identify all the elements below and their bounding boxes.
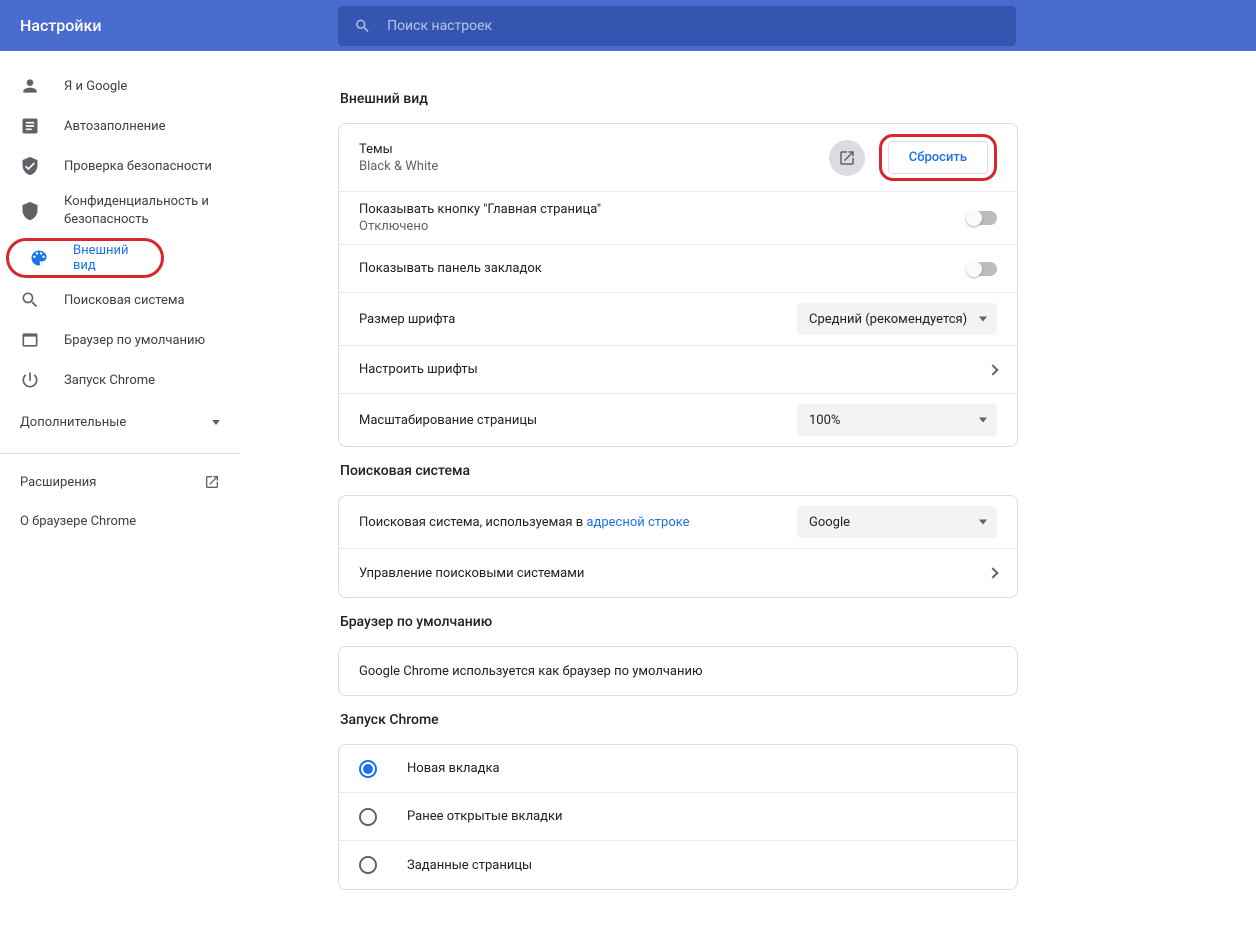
nav-you-and-google[interactable]: Я и Google [0, 66, 240, 106]
open-external-icon [204, 474, 220, 490]
status-text: Google Chrome используется как браузер п… [359, 664, 703, 679]
nav-default-browser[interactable]: Браузер по умолчанию [0, 320, 240, 360]
divider [0, 453, 240, 454]
nav-about-chrome[interactable]: О браузере Chrome [0, 502, 240, 541]
row-font-size: Размер шрифта Средний (рекомендуется) [339, 293, 1017, 346]
nav-label: Автозаполнение [64, 119, 166, 134]
palette-icon [29, 248, 49, 268]
nav-label: Поисковая система [64, 293, 185, 308]
section-search-title: Поисковая система [338, 447, 1018, 495]
bookmarks-bar-toggle[interactable] [967, 262, 997, 276]
nav-appearance[interactable]: Внешний вид [6, 238, 164, 278]
row-label: Показывать панель закладок [359, 261, 542, 276]
row-home-button: Показывать кнопку "Главная страница" Отк… [339, 192, 1017, 245]
startup-option-continue[interactable]: Ранее открытые вкладки [339, 793, 1017, 841]
radio-icon[interactable] [359, 856, 377, 874]
chevron-right-icon [987, 364, 998, 375]
shield-icon [20, 201, 40, 221]
note-icon [20, 116, 40, 136]
search-engine-select[interactable]: Google [797, 506, 997, 538]
reset-theme-button[interactable]: Сбросить [888, 141, 988, 174]
window-icon [20, 330, 40, 350]
nav-label: Конфиденциальность и безопасность [64, 193, 209, 229]
header-bar: Настройки [0, 0, 1256, 51]
nav-privacy[interactable]: Конфиденциальность и безопасность [0, 186, 240, 236]
card-search-engine: Поисковая система, используемая в адресн… [338, 495, 1018, 598]
row-label: Показывать кнопку "Главная страница" [359, 202, 601, 217]
row-label: Масштабирование страницы [359, 413, 537, 428]
row-default-browser-status: Google Chrome используется как браузер п… [339, 647, 1017, 695]
startup-option-new-tab[interactable]: Новая вкладка [339, 745, 1017, 793]
shield-check-icon [20, 156, 40, 176]
startup-option-specific-pages[interactable]: Заданные страницы [339, 841, 1017, 889]
section-startup-title: Запуск Chrome [338, 696, 1018, 744]
row-sub: Отключено [359, 219, 601, 234]
nav-label: Проверка безопасности [64, 159, 212, 174]
radio-icon[interactable] [359, 760, 377, 778]
section-appearance-title: Внешний вид [338, 75, 1018, 123]
search-icon [354, 17, 371, 35]
radio-icon[interactable] [359, 808, 377, 826]
nav-search-engine[interactable]: Поисковая система [0, 280, 240, 320]
highlight-annotation: Сбросить [879, 134, 997, 181]
row-label: Темы [359, 142, 438, 157]
person-icon [20, 76, 40, 96]
power-icon [20, 370, 40, 390]
row-search-engine: Поисковая система, используемая в адресн… [339, 496, 1017, 549]
row-manage-search-engines[interactable]: Управление поисковыми системами [339, 549, 1017, 597]
open-external-icon [838, 149, 856, 167]
row-customize-fonts[interactable]: Настроить шрифты [339, 346, 1017, 394]
nav-advanced-toggle[interactable]: Дополнительные [0, 400, 240, 445]
chevron-right-icon [987, 567, 998, 578]
nav-extensions[interactable]: Расширения [0, 462, 240, 502]
row-label: Управление поисковыми системами [359, 566, 584, 581]
home-button-toggle[interactable] [967, 211, 997, 225]
page-zoom-select[interactable]: 100% [797, 404, 997, 436]
nav-label: Внешний вид [73, 243, 141, 273]
nav-label: Я и Google [64, 79, 127, 94]
page-title: Настройки [20, 16, 338, 35]
card-default-browser: Google Chrome используется как браузер п… [338, 646, 1018, 696]
row-bookmarks-bar: Показывать панель закладок [339, 245, 1017, 293]
card-startup: Новая вкладка Ранее открытые вкладки Зад… [338, 744, 1018, 890]
section-default-browser-title: Браузер по умолчанию [338, 598, 1018, 646]
nav-label: Запуск Chrome [64, 373, 155, 388]
card-appearance: Темы Black & White Сбросить Показ [338, 123, 1018, 447]
chevron-down-icon [212, 420, 220, 425]
row-label: Настроить шрифты [359, 362, 478, 377]
nav-safety-check[interactable]: Проверка безопасности [0, 146, 240, 186]
row-page-zoom: Масштабирование страницы 100% [339, 394, 1017, 446]
row-sub: Black & White [359, 159, 438, 174]
open-theme-store-button[interactable] [829, 140, 865, 176]
row-label: Поисковая система, используемая в адресн… [359, 515, 690, 530]
address-bar-link[interactable]: адресной строке [586, 515, 689, 530]
font-size-select[interactable]: Средний (рекомендуется) [797, 303, 997, 335]
nav-autofill[interactable]: Автозаполнение [0, 106, 240, 146]
row-themes[interactable]: Темы Black & White Сбросить [339, 124, 1017, 192]
search-icon [20, 290, 40, 310]
row-label: Размер шрифта [359, 312, 455, 327]
nav-on-startup[interactable]: Запуск Chrome [0, 360, 240, 400]
nav-label: Браузер по умолчанию [64, 333, 205, 348]
search-input[interactable] [387, 18, 1000, 34]
sidebar: Я и Google Автозаполнение Проверка безоп… [0, 51, 240, 930]
search-box[interactable] [338, 6, 1016, 46]
